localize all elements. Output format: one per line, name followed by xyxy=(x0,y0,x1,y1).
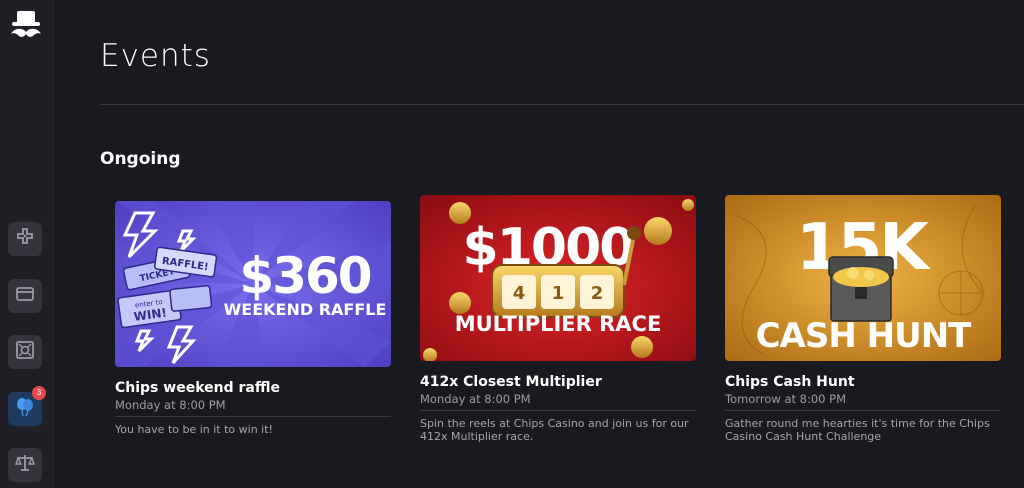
notification-badge: 3 xyxy=(32,386,46,400)
vault-icon xyxy=(15,340,35,364)
event-card-raffle[interactable]: TICKET RAFFLE! enter to WIN! $360 WEEKEN… xyxy=(115,201,391,436)
event-description: Spin the reels at Chips Casino and join … xyxy=(420,417,689,443)
event-card-multiplier[interactable]: $1000 4 1 2 MULTIPLIER RACE 412x Closest… xyxy=(420,195,696,443)
sidebar-item-fairness[interactable] xyxy=(8,448,42,482)
section-title-ongoing: Ongoing xyxy=(100,149,181,169)
reel-3: 2 xyxy=(591,283,604,304)
event-title[interactable]: Chips weekend raffle xyxy=(115,380,391,396)
event-card-cash-hunt[interactable]: 15K CASH HUNT Chips Cash Hunt Tomorrow a… xyxy=(725,195,1001,443)
sidebar-item-events[interactable]: 3 xyxy=(8,386,46,426)
event-title[interactable]: Chips Cash Hunt xyxy=(725,374,1001,390)
sidebar-item-games[interactable] xyxy=(8,222,42,256)
event-time: Monday at 8:00 PM xyxy=(420,392,696,411)
sidebar-item-vault[interactable] xyxy=(8,335,42,369)
event-description: Gather round me hearties it's time for t… xyxy=(725,417,990,443)
raffle-amount-text: $360 xyxy=(239,247,370,305)
event-description: You have to be in it to win it! xyxy=(115,423,273,436)
event-image-multiplier[interactable]: $1000 4 1 2 MULTIPLIER RACE xyxy=(420,195,696,361)
event-time: Tomorrow at 8:00 PM xyxy=(725,392,1001,411)
event-time: Monday at 8:00 PM xyxy=(115,398,391,417)
multiplier-subtitle-text: MULTIPLIER RACE xyxy=(455,312,662,336)
gamepad-icon xyxy=(15,227,35,251)
sidebar-item-wallet[interactable] xyxy=(8,279,42,313)
main-content: Events Ongoing TICKET RAFFLE! enter to W… xyxy=(54,0,1024,488)
reel-1: 4 xyxy=(513,283,526,304)
balloons-icon xyxy=(14,396,36,422)
sidebar: 3 xyxy=(0,0,54,488)
reel-2: 1 xyxy=(552,283,565,304)
mustache-hat-logo[interactable] xyxy=(8,10,44,42)
event-image-raffle[interactable]: TICKET RAFFLE! enter to WIN! $360 WEEKEN… xyxy=(115,201,391,367)
event-title[interactable]: 412x Closest Multiplier xyxy=(420,374,696,390)
header-divider xyxy=(100,104,1024,105)
raffle-subtitle-text: WEEKEND RAFFLE xyxy=(224,300,387,319)
page-title: Events xyxy=(100,38,211,74)
wallet-icon xyxy=(15,284,35,308)
scales-icon xyxy=(15,453,35,477)
event-image-cash-hunt[interactable]: 15K CASH HUNT xyxy=(725,195,1001,361)
cash-hunt-subtitle-text: CASH HUNT xyxy=(756,316,973,356)
